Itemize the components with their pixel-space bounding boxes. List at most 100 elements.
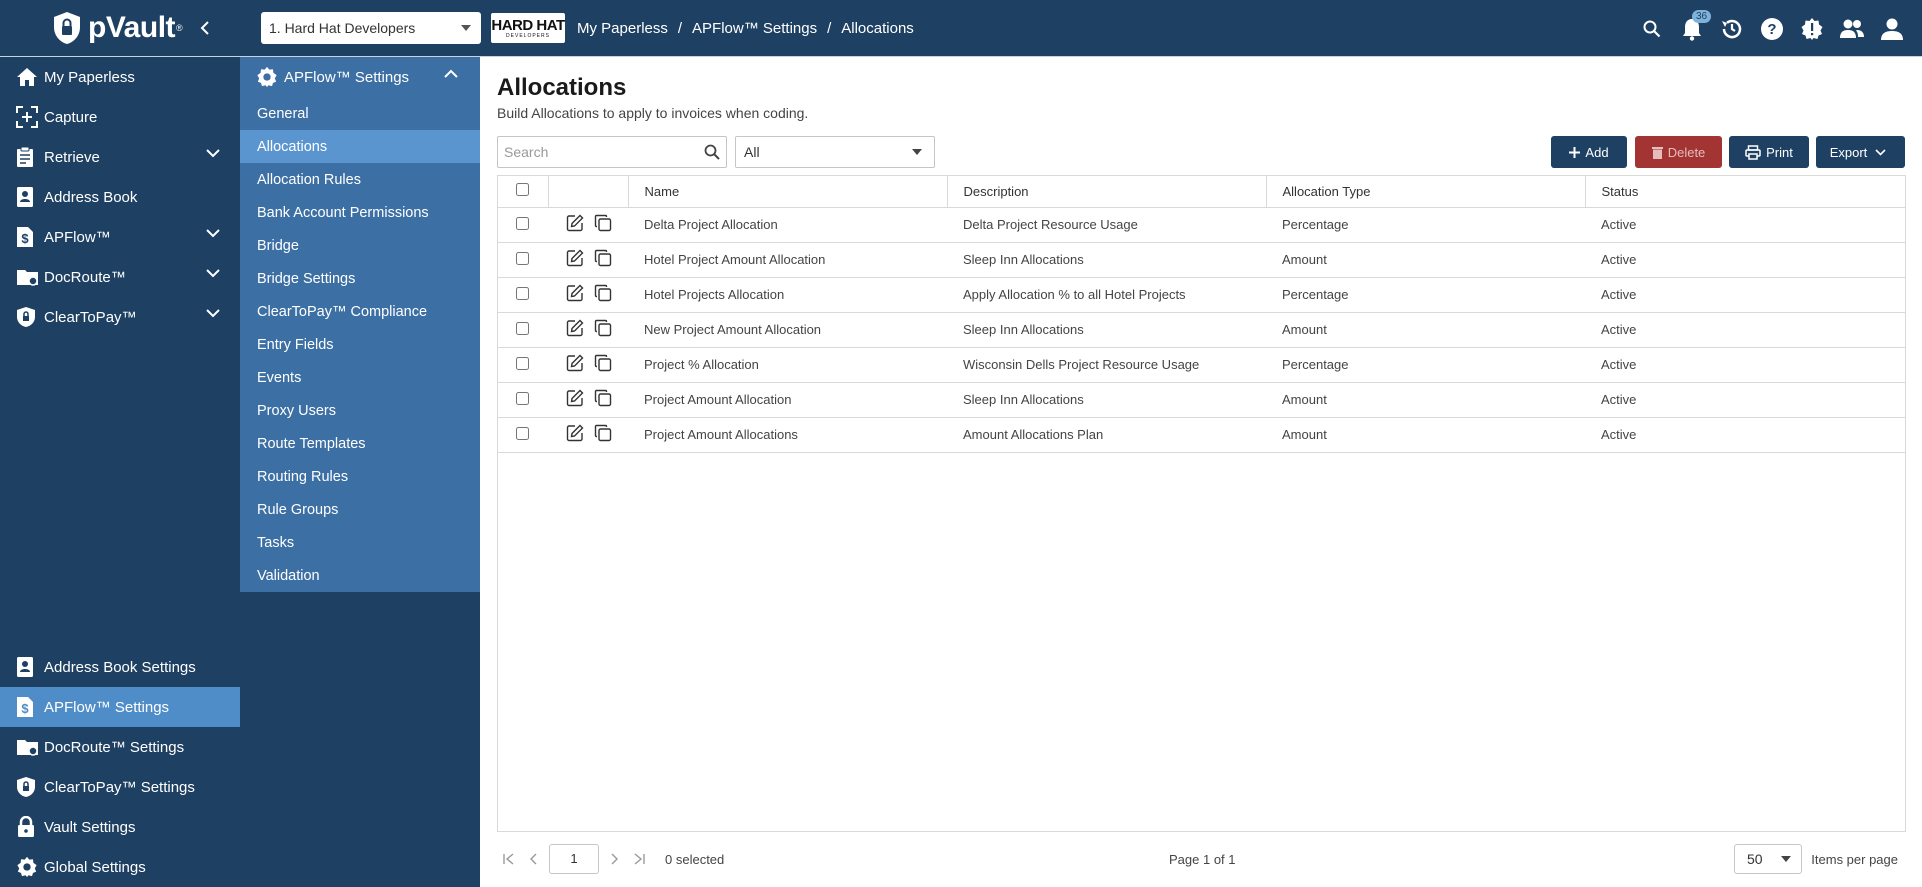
prev-page-button[interactable]	[521, 844, 545, 874]
row-checkbox[interactable]	[516, 251, 529, 265]
copy-icon[interactable]	[594, 389, 612, 410]
subnav-item-bridge[interactable]: Bridge	[240, 229, 480, 262]
delete-button[interactable]: Delete	[1635, 136, 1722, 168]
breadcrumb-my-paperless[interactable]: My Paperless	[577, 20, 668, 37]
edit-icon[interactable]	[566, 389, 584, 410]
search-button[interactable]	[1632, 9, 1672, 49]
sidebar-item-label: Retrieve	[44, 148, 100, 166]
subnav-item-proxy-users[interactable]: Proxy Users	[240, 394, 480, 427]
page-number-input[interactable]: 1	[549, 844, 599, 874]
row-checkbox[interactable]	[516, 356, 529, 370]
subnav-item-routing-rules[interactable]: Routing Rules	[240, 460, 480, 493]
sidebar-item-address-book-settings[interactable]: Address Book Settings	[0, 647, 240, 687]
status-filter-select[interactable]: All	[735, 136, 935, 168]
select-all-checkbox[interactable]	[516, 183, 529, 197]
notification-badge: 36	[1692, 9, 1712, 23]
subnav-item-events[interactable]: Events	[240, 361, 480, 394]
row-checkbox[interactable]	[516, 426, 529, 440]
sidebar-item-apflow-settings[interactable]: $ APFlow™ Settings	[0, 687, 240, 727]
column-header-name[interactable]: Name	[628, 176, 948, 208]
users-button[interactable]	[1832, 9, 1872, 49]
subnav-item-bank-account-permissions[interactable]: Bank Account Permissions	[240, 196, 480, 229]
table-row[interactable]: New Project Amount Allocation Sleep Inn …	[498, 312, 1905, 348]
sidebar-item-cleartopay-settings[interactable]: ClearToPay™ Settings	[0, 767, 240, 807]
column-header-allocation-type[interactable]: Allocation Type	[1266, 176, 1586, 208]
sidebar-item-retrieve[interactable]: Retrieve	[0, 137, 240, 177]
breadcrumb-apflow-settings[interactable]: APFlow™ Settings	[692, 20, 817, 37]
row-checkbox[interactable]	[516, 321, 529, 335]
row-select-cell	[498, 417, 548, 453]
edit-icon[interactable]	[566, 354, 584, 375]
copy-icon[interactable]	[594, 354, 612, 375]
sidebar-item-apflow[interactable]: $ APFlow™	[0, 217, 240, 257]
table-row[interactable]: Delta Project Allocation Delta Project R…	[498, 207, 1905, 243]
collapse-sidebar-button[interactable]	[185, 8, 225, 48]
sidebar-item-vault-settings[interactable]: Vault Settings	[0, 807, 240, 847]
sidebar-item-docroute[interactable]: DocRoute™	[0, 257, 240, 297]
copy-icon[interactable]	[594, 284, 612, 305]
row-select-cell	[498, 242, 548, 278]
settings-alert-button[interactable]	[1792, 9, 1832, 49]
page-title: Allocations	[497, 74, 627, 101]
copy-icon[interactable]	[594, 214, 612, 235]
subnav-item-route-templates[interactable]: Route Templates	[240, 427, 480, 460]
column-header-status[interactable]: Status	[1585, 176, 1905, 208]
items-per-page-select[interactable]: 50	[1734, 844, 1802, 874]
sidebar-item-docroute-settings[interactable]: DocRoute™ Settings	[0, 727, 240, 767]
gear-icon	[256, 66, 278, 88]
subnav-item-rule-groups[interactable]: Rule Groups	[240, 493, 480, 526]
notifications-button[interactable]: 36	[1672, 9, 1712, 49]
account-button[interactable]	[1872, 9, 1912, 49]
edit-icon[interactable]	[566, 214, 584, 235]
table-row[interactable]: Hotel Project Amount Allocation Sleep In…	[498, 242, 1905, 278]
copy-icon[interactable]	[594, 249, 612, 270]
add-button[interactable]: Add	[1551, 136, 1627, 168]
print-button[interactable]: Print	[1729, 136, 1809, 168]
row-checkbox[interactable]	[516, 391, 529, 405]
edit-icon[interactable]	[566, 319, 584, 340]
sidebar-item-global-settings[interactable]: Global Settings	[0, 847, 240, 887]
edit-icon[interactable]	[566, 284, 584, 305]
sidebar-item-cleartopay[interactable]: ClearToPay™	[0, 297, 240, 337]
subnav-item-allocation-rules[interactable]: Allocation Rules	[240, 163, 480, 196]
table-row[interactable]: Project Amount Allocation Sleep Inn Allo…	[498, 382, 1905, 418]
row-checkbox[interactable]	[516, 216, 529, 230]
row-checkbox[interactable]	[516, 286, 529, 300]
row-select-cell	[498, 347, 548, 383]
table-row[interactable]: Project Amount Allocations Amount Alloca…	[498, 417, 1905, 453]
subnav-header[interactable]: APFlow™ Settings	[240, 57, 480, 97]
next-page-button[interactable]	[603, 844, 627, 874]
copy-icon[interactable]	[594, 319, 612, 340]
edit-icon[interactable]	[566, 424, 584, 445]
pagination-bar: 1 0 selected Page 1 of 1 50 Items per pa…	[497, 839, 1906, 879]
table-row[interactable]: Hotel Projects Allocation Apply Allocati…	[498, 277, 1905, 313]
plus-icon	[1569, 146, 1581, 158]
last-page-button[interactable]	[627, 844, 651, 874]
search-field[interactable]	[497, 136, 727, 168]
subnav-item-general[interactable]: General	[240, 97, 480, 130]
history-icon	[1722, 19, 1742, 38]
subnav-item-bridge-settings[interactable]: Bridge Settings	[240, 262, 480, 295]
edit-icon[interactable]	[566, 249, 584, 270]
search-input[interactable]	[504, 144, 704, 160]
table-row[interactable]: Project % Allocation Wisconsin Dells Pro…	[498, 347, 1905, 383]
cell-status: Active	[1585, 417, 1905, 453]
sidebar-item-my-paperless[interactable]: My Paperless	[0, 57, 240, 97]
sidebar-item-address-book[interactable]: Address Book	[0, 177, 240, 217]
sidebar-item-capture[interactable]: Capture	[0, 97, 240, 137]
subnav-item-tasks[interactable]: Tasks	[240, 526, 480, 559]
subnav-item-entry-fields[interactable]: Entry Fields	[240, 328, 480, 361]
history-button[interactable]	[1712, 9, 1752, 49]
subnav-item-cleartopay-compliance[interactable]: ClearToPay™ Compliance	[240, 295, 480, 328]
chevron-left-icon	[200, 21, 209, 35]
help-button[interactable]: ?	[1752, 9, 1792, 49]
app-logo[interactable]: pVault ®	[0, 11, 185, 45]
search-icon[interactable]	[704, 144, 720, 160]
copy-icon[interactable]	[594, 424, 612, 445]
company-select[interactable]: 1. Hard Hat Developers	[261, 12, 481, 44]
subnav-item-allocations[interactable]: Allocations	[240, 130, 480, 163]
export-button[interactable]: Export	[1816, 136, 1905, 168]
first-page-button[interactable]	[497, 844, 521, 874]
column-header-description[interactable]: Description	[947, 176, 1267, 208]
subnav-item-validation[interactable]: Validation	[240, 559, 480, 592]
